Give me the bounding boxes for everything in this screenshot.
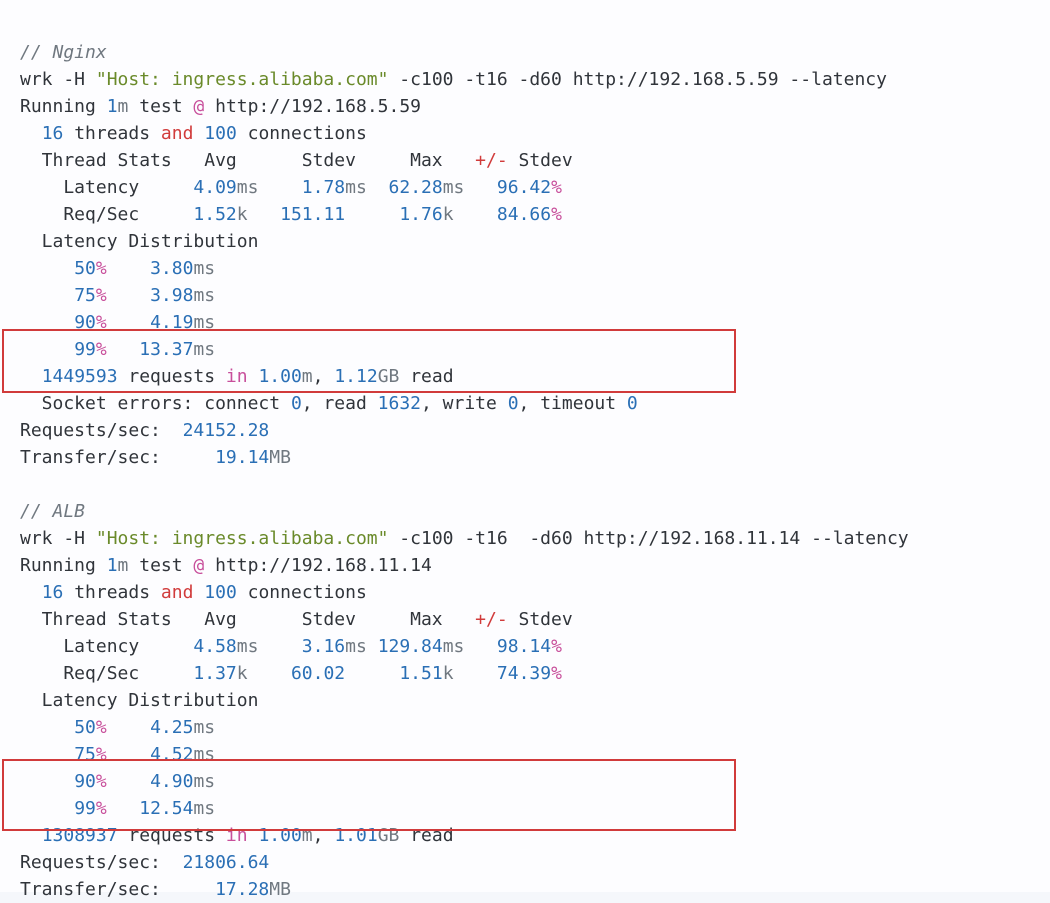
cmd-alb: wrk -H "Host: ingress.alibaba.com" -c100… [20, 528, 909, 549]
latdist-label-nginx: Latency Distribution [20, 231, 258, 252]
comment-nginx: // Nginx [20, 42, 107, 63]
threads-alb: 16 threads and 100 connections [20, 582, 367, 603]
stats-header-nginx: Thread Stats Avg Stdev Max +/- Stdev [20, 150, 573, 171]
stats-header-alb: Thread Stats Avg Stdev Max +/- Stdev [20, 609, 573, 630]
p90-alb: 90% 4.90ms [20, 771, 215, 792]
p50-nginx: 50% 3.80ms [20, 258, 215, 279]
totals-nginx: 1449593 requests in 1.00m, 1.12GB read [20, 366, 454, 387]
terminal-output: // Nginx wrk -H "Host: ingress.alibaba.c… [0, 0, 1050, 892]
running-alb: Running 1m test @ http://192.168.11.14 [20, 555, 432, 576]
cmd-nginx: wrk -H "Host: ingress.alibaba.com" -c100… [20, 69, 887, 90]
tps-nginx: Transfer/sec: 19.14MB [20, 447, 291, 468]
p50-alb: 50% 4.25ms [20, 717, 215, 738]
highlight-box-alb [2, 759, 736, 831]
threads-nginx: 16 threads and 100 connections [20, 123, 367, 144]
rps-alb: Requests/sec: 21806.64 [20, 852, 269, 873]
latency-row-alb: Latency 4.58ms 3.16ms 129.84ms 98.14% [20, 636, 562, 657]
p90-nginx: 90% 4.19ms [20, 312, 215, 333]
p75-alb: 75% 4.52ms [20, 744, 215, 765]
p99-nginx: 99% 13.37ms [20, 339, 215, 360]
p75-nginx: 75% 3.98ms [20, 285, 215, 306]
socket-errors-nginx: Socket errors: connect 0, read 1632, wri… [20, 393, 638, 414]
latdist-label-alb: Latency Distribution [20, 690, 258, 711]
comment-alb: // ALB [20, 501, 85, 522]
totals-alb: 1308937 requests in 1.00m, 1.01GB read [20, 825, 454, 846]
running-nginx: Running 1m test @ http://192.168.5.59 [20, 96, 421, 117]
reqsec-row-nginx: Req/Sec 1.52k 151.11 1.76k 84.66% [20, 204, 562, 225]
latency-row-nginx: Latency 4.09ms 1.78ms 62.28ms 96.42% [20, 177, 562, 198]
tps-alb: Transfer/sec: 17.28MB [20, 879, 291, 900]
reqsec-row-alb: Req/Sec 1.37k 60.02 1.51k 74.39% [20, 663, 562, 684]
p99-alb: 99% 12.54ms [20, 798, 215, 819]
rps-nginx: Requests/sec: 24152.28 [20, 420, 269, 441]
